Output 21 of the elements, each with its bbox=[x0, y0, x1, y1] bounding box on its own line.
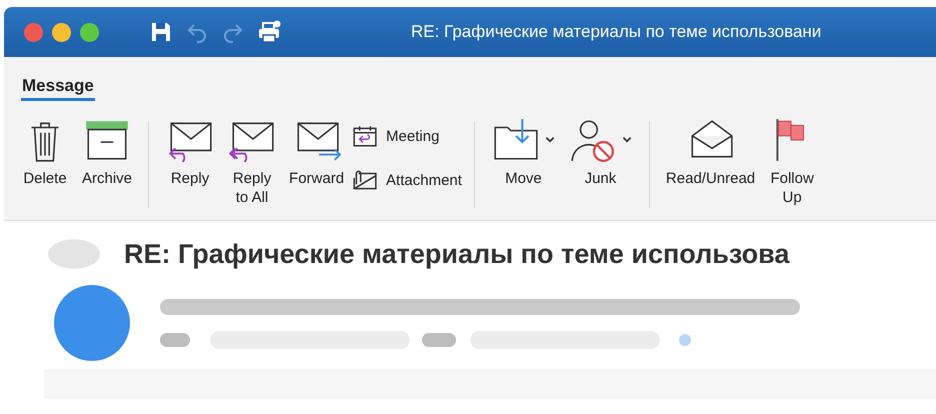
ribbon-button[interactable]: Attachment bbox=[352, 169, 462, 191]
zoom-button[interactable] bbox=[80, 22, 99, 42]
ribbon-tab[interactable]: Message bbox=[21, 72, 95, 100]
ribbon-button[interactable]: Reply to All bbox=[223, 117, 282, 220]
message-subject: RE: Графические материалы по теме использова bbox=[124, 238, 790, 270]
save-icon[interactable] bbox=[149, 20, 173, 44]
ribbon-button[interactable]: Forward bbox=[285, 117, 348, 220]
ribbon-button[interactable]: Reply bbox=[161, 117, 220, 220]
ribbon-button[interactable]: Delete bbox=[16, 117, 74, 220]
minimize-button[interactable] bbox=[52, 22, 71, 42]
close-button[interactable] bbox=[24, 22, 43, 42]
attachment-icon bbox=[352, 169, 378, 191]
window-title: RE: Графические материалы по теме использовани bbox=[411, 22, 822, 42]
ribbon-button[interactable]: Meeting bbox=[352, 125, 462, 147]
print-icon[interactable] bbox=[257, 20, 281, 44]
ribbon-button[interactable]: Move bbox=[486, 117, 560, 220]
ribbon-button[interactable]: Junk bbox=[564, 117, 637, 220]
ribbon-button[interactable]: Archive bbox=[78, 117, 136, 220]
ribbon-button[interactable]: Read/Unread bbox=[662, 117, 760, 220]
calendar-icon bbox=[352, 125, 378, 147]
follow-up-button[interactable]: Follow Up bbox=[763, 117, 822, 220]
